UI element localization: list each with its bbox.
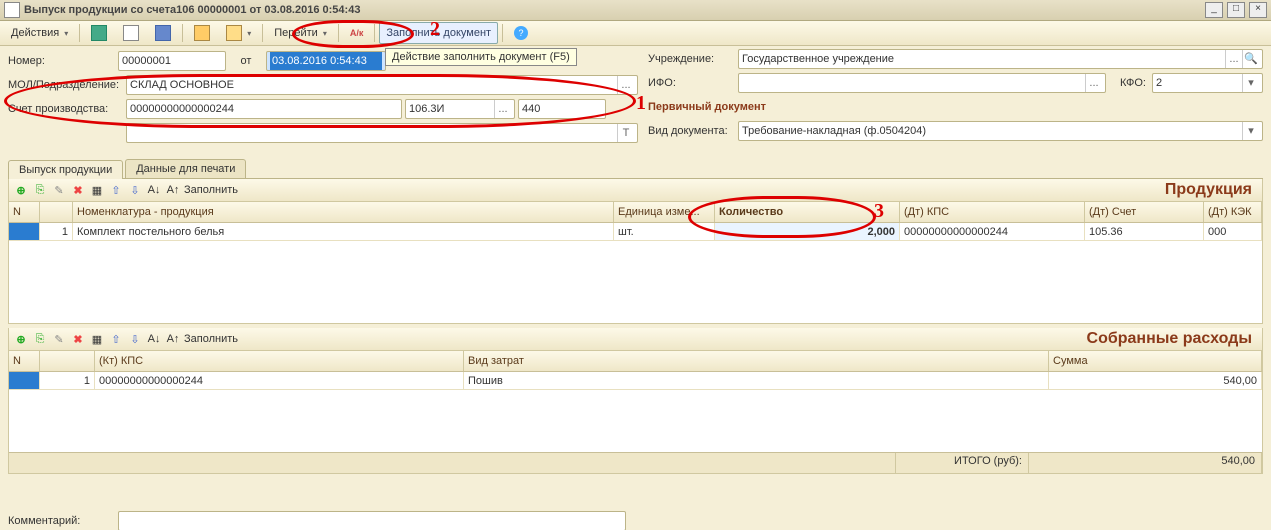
delete-row-button[interactable]: ✖ xyxy=(70,182,86,198)
maximize-button[interactable]: □ xyxy=(1227,2,1245,18)
mol-input[interactable]: СКЛАД ОСНОВНОЕ... xyxy=(126,75,638,95)
close-button[interactable]: × xyxy=(1249,2,1267,18)
mol-label: МОЛ/Подразделение: xyxy=(8,79,126,91)
mol-select-button[interactable]: ... xyxy=(617,76,634,94)
org-select[interactable]: ... xyxy=(1225,50,1242,68)
expenses-footer: ИТОГО (руб): 540,00 xyxy=(9,452,1262,473)
doc1-icon xyxy=(194,25,210,41)
edit-row-button-2[interactable]: ✎ xyxy=(51,331,67,347)
comment-row: Комментарий: xyxy=(8,511,626,530)
acct-label: Счет производства: xyxy=(8,103,126,115)
expenses-title: Собранные расходы xyxy=(1087,330,1252,348)
doctype-label: Вид документа: xyxy=(648,125,738,137)
date-label: от xyxy=(226,55,266,67)
move-up-button-2[interactable]: ⇧ xyxy=(108,331,124,347)
delete-row-button-2[interactable]: ✖ xyxy=(70,331,86,347)
fill-document-button[interactable]: Заполнить документ xyxy=(379,22,498,44)
extra-input[interactable]: T xyxy=(126,123,638,143)
document-icon xyxy=(4,2,20,18)
ifo-label: ИФО: xyxy=(648,77,738,89)
org-input[interactable]: Государственное учреждение...🔍 xyxy=(738,49,1263,69)
sort-desc-button[interactable]: A↑ xyxy=(165,182,181,198)
kfo-label: КФО: xyxy=(1106,77,1152,89)
minimize-button[interactable]: _ xyxy=(1205,2,1223,18)
edit-row-button[interactable]: ✎ xyxy=(51,182,67,198)
doctype-dropdown-icon[interactable]: ▾ xyxy=(1242,122,1259,140)
number-label: Номер: xyxy=(8,55,118,67)
sort-asc-button-2[interactable]: A↓ xyxy=(146,331,162,347)
toolbar-btn-2[interactable] xyxy=(116,22,146,44)
grid-button[interactable]: ▦ xyxy=(89,182,105,198)
kfo-dropdown-icon[interactable]: ▾ xyxy=(1242,74,1259,92)
number-input[interactable]: 00000001 xyxy=(118,51,226,71)
ak-button[interactable]: А/к xyxy=(343,22,371,44)
actions-menu[interactable]: Действия xyxy=(4,22,75,44)
extra-select[interactable]: T xyxy=(617,124,634,142)
acct-code-select[interactable]: ... xyxy=(494,100,511,118)
table-row[interactable]: 1 00000000000000244 Пошив 540,00 xyxy=(9,372,1262,390)
comment-input[interactable] xyxy=(118,511,626,530)
products-title: Продукция xyxy=(1165,181,1252,199)
grid-icon xyxy=(123,25,139,41)
comment-label: Комментарий: xyxy=(8,515,118,527)
acct-code-input[interactable]: 106.3И... xyxy=(405,99,515,119)
expenses-section: ⊕ ⎘ ✎ ✖ ▦ ⇧ ⇩ A↓ A↑ Заполнить Собранные … xyxy=(8,328,1263,474)
fill-menu-2[interactable]: Заполнить xyxy=(184,333,238,345)
copy-row-button-2[interactable]: ⎘ xyxy=(32,331,48,347)
products-header: N Номенклатура - продукция Единица изме.… xyxy=(9,202,1262,223)
ak-icon: А/к xyxy=(350,28,364,38)
grid-button-2[interactable]: ▦ xyxy=(89,331,105,347)
help-icon: ? xyxy=(514,26,528,40)
primary-doc-group: Первичный документ xyxy=(648,101,766,113)
add-row-button-2[interactable]: ⊕ xyxy=(13,331,29,347)
tab-output[interactable]: Выпуск продукции xyxy=(8,160,123,179)
window-title: Выпуск продукции со счета106 00000001 от… xyxy=(24,4,1205,16)
sort-asc-button[interactable]: A↓ xyxy=(146,182,162,198)
acct-kps-input[interactable]: 00000000000000244 xyxy=(126,99,402,119)
move-down-button-2[interactable]: ⇩ xyxy=(127,331,143,347)
move-up-button[interactable]: ⇧ xyxy=(108,182,124,198)
fill-menu[interactable]: Заполнить xyxy=(184,184,238,196)
doctype-input[interactable]: Требование-накладная (ф.0504204)▾ xyxy=(738,121,1263,141)
help-button[interactable]: ? xyxy=(507,22,535,44)
add-row-button[interactable]: ⊕ xyxy=(13,182,29,198)
toolbar-btn-1[interactable] xyxy=(84,22,114,44)
toolbar-btn-5[interactable] xyxy=(219,22,258,44)
main-toolbar: Действия Перейти А/к Заполнить документ … xyxy=(0,21,1271,46)
toolbar-btn-3[interactable] xyxy=(148,22,178,44)
tab-strip: Выпуск продукции Данные для печати xyxy=(8,156,1263,179)
refresh-icon xyxy=(155,25,171,41)
fill-doc-tooltip: Действие заполнить документ (F5) xyxy=(385,48,577,66)
titlebar: Выпуск продукции со счета106 00000001 от… xyxy=(0,0,1271,21)
org-label: Учреждение: xyxy=(648,53,738,65)
ifo-input[interactable]: ... xyxy=(738,73,1106,93)
expenses-header: N (Кт) КПС Вид затрат Сумма xyxy=(9,351,1262,372)
org-search-icon[interactable]: 🔍 xyxy=(1242,50,1259,68)
products-section: ⊕ ⎘ ✎ ✖ ▦ ⇧ ⇩ A↓ A↑ Заполнить Продукция … xyxy=(8,179,1263,324)
goto-menu[interactable]: Перейти xyxy=(267,22,334,44)
copy-row-button[interactable]: ⎘ xyxy=(32,182,48,198)
doc2-icon xyxy=(226,25,242,41)
save-icon xyxy=(91,25,107,41)
tab-print-data[interactable]: Данные для печати xyxy=(125,159,246,178)
kfo-input[interactable]: 2▾ xyxy=(1152,73,1263,93)
move-down-button[interactable]: ⇩ xyxy=(127,182,143,198)
acct-kek-input[interactable]: 440 xyxy=(518,99,606,119)
sort-desc-button-2[interactable]: A↑ xyxy=(165,331,181,347)
table-row[interactable]: 1 Комплект постельного белья шт. 2,000 0… xyxy=(9,223,1262,241)
date-input[interactable]: 03.08.2016 0:54:43 xyxy=(266,51,386,71)
ifo-select[interactable]: ... xyxy=(1085,74,1102,92)
toolbar-btn-4[interactable] xyxy=(187,22,217,44)
